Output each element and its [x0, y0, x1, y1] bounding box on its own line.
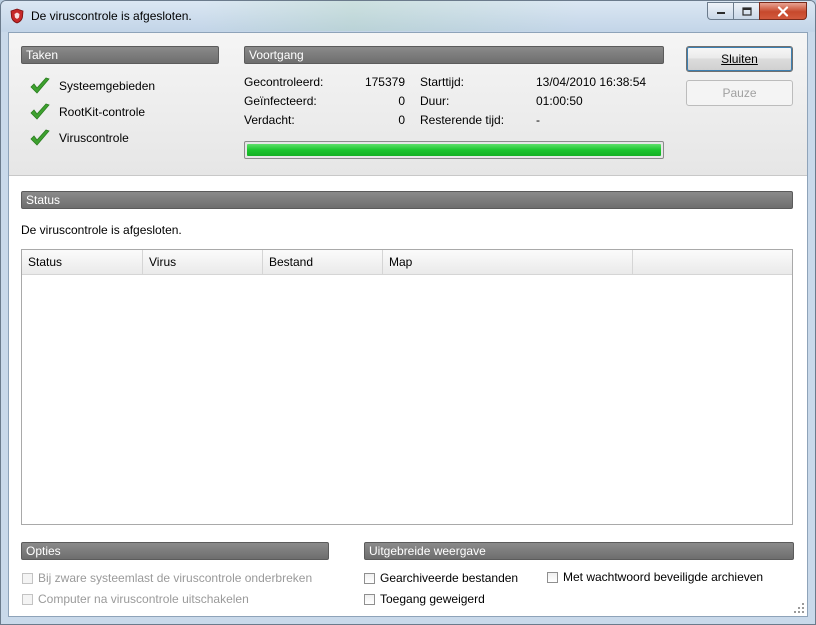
task-item: Viruscontrole: [29, 128, 129, 148]
maximize-button[interactable]: [733, 2, 760, 20]
access-denied-checkbox[interactable]: [364, 593, 375, 605]
password-archives-label: Met wachtwoord beveiligde archieven: [563, 570, 764, 584]
duration-label: Duur:: [420, 94, 450, 108]
results-table[interactable]: Status Virus Bestand Map: [21, 249, 793, 525]
title-bar[interactable]: De viruscontrole is afgesloten.: [1, 1, 815, 31]
infected-label: Geïnfecteerd:: [244, 94, 317, 108]
scan-window: De viruscontrole is afgesloten. Taken Sy…: [0, 0, 816, 625]
window-title: De viruscontrole is afgesloten.: [31, 9, 192, 23]
tasks-header: Taken: [21, 46, 219, 64]
infected-value: 0: [398, 94, 405, 108]
resize-grip-icon[interactable]: [793, 602, 805, 614]
remaining-time-value: -: [536, 113, 540, 127]
shutdown-after-option[interactable]: Computer na viruscontrole uitschakelen: [22, 592, 249, 606]
shutdown-after-label: Computer na viruscontrole uitschakelen: [38, 592, 249, 606]
archived-files-label: Gearchiveerde bestanden: [380, 571, 519, 585]
options-header: Opties: [21, 542, 329, 560]
archived-files-checkbox[interactable]: [364, 572, 375, 584]
column-header-virus[interactable]: Virus: [143, 250, 263, 274]
client-area: Taken Systeemgebieden RootKit-controle V…: [8, 32, 808, 617]
task-label: Systeemgebieden: [59, 79, 156, 93]
status-message: De viruscontrole is afgesloten.: [21, 223, 182, 237]
task-label: Viruscontrole: [59, 131, 129, 145]
pause-button-label: Pauze: [722, 86, 757, 100]
suspect-value: 0: [398, 113, 405, 127]
title-watermark: [201, 1, 581, 31]
duration-value: 01:00:50: [536, 94, 583, 108]
pause-button[interactable]: Pauze: [686, 80, 793, 106]
column-header-file[interactable]: Bestand: [263, 250, 383, 274]
extended-view-header: Uitgebreide weergave: [364, 542, 794, 560]
access-denied-option[interactable]: Toegang geweigerd: [364, 592, 485, 606]
checkmark-icon: [30, 77, 50, 94]
remaining-time-label: Resterende tijd:: [420, 113, 505, 127]
close-button-label: Sluiten: [721, 52, 758, 66]
task-label: RootKit-controle: [59, 105, 146, 119]
archived-files-option[interactable]: Gearchiveerde bestanden: [364, 571, 518, 585]
status-header: Status: [21, 191, 793, 209]
close-button[interactable]: Sluiten: [686, 46, 793, 72]
results-table-header: Status Virus Bestand Map: [22, 250, 792, 275]
suspect-label: Verdacht:: [244, 113, 295, 127]
pause-on-load-label: Bij zware systeemlast de viruscontrole o…: [38, 571, 313, 585]
summary-panel: Taken Systeemgebieden RootKit-controle V…: [9, 33, 807, 176]
password-archives-option[interactable]: Met wachtwoord beveiligde archieven: [547, 570, 763, 584]
checkmark-icon: [30, 103, 50, 120]
column-header-folder[interactable]: Map: [383, 250, 633, 274]
progress-fill: [247, 144, 661, 156]
pause-on-load-checkbox[interactable]: [22, 572, 33, 584]
progress-header: Voortgang: [244, 46, 664, 64]
pause-on-load-option[interactable]: Bij zware systeemlast de viruscontrole o…: [22, 571, 312, 585]
password-archives-checkbox[interactable]: [547, 571, 558, 583]
start-time-value: 13/04/2010 16:38:54: [536, 75, 647, 89]
close-icon: [777, 5, 789, 17]
task-item: RootKit-controle: [29, 102, 145, 122]
minimize-button[interactable]: [707, 2, 734, 20]
start-time-label: Starttijd:: [420, 75, 465, 89]
shield-icon: [10, 8, 24, 24]
task-item: Systeemgebieden: [29, 76, 155, 96]
maximize-icon: [741, 6, 752, 16]
checked-value: 175379: [364, 75, 405, 89]
close-window-button[interactable]: [759, 2, 807, 20]
access-denied-label: Toegang geweigerd: [380, 592, 485, 606]
checked-label: Gecontroleerd:: [244, 75, 324, 89]
column-header-status[interactable]: Status: [22, 250, 143, 274]
shutdown-after-checkbox[interactable]: [22, 593, 33, 605]
minimize-icon: [716, 12, 725, 14]
scan-progress-bar: [244, 141, 664, 159]
checkmark-icon: [30, 129, 50, 146]
